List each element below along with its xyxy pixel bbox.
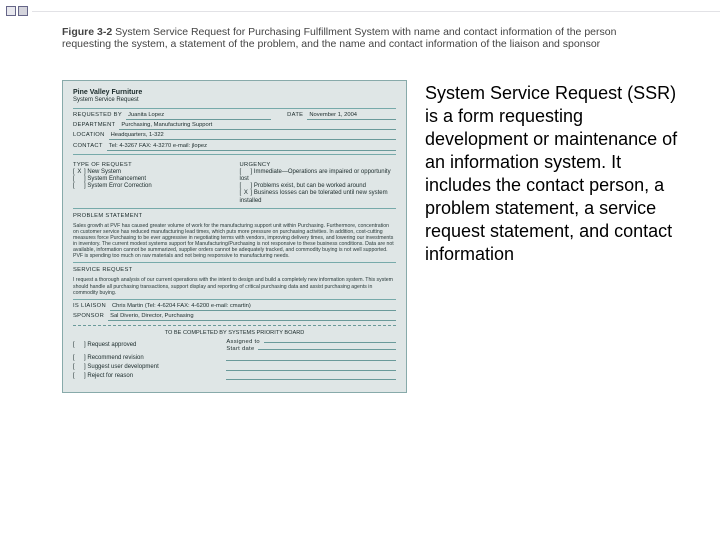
department-value: Purchasing, Manufacturing Support bbox=[119, 122, 396, 130]
divider bbox=[73, 154, 396, 155]
type-option: System Enhancement bbox=[73, 176, 230, 183]
divider bbox=[73, 208, 396, 209]
dashed-divider bbox=[73, 325, 396, 326]
figure-caption: Figure 3-2 System Service Request for Pu… bbox=[62, 26, 658, 50]
type-option: System Error Correction bbox=[73, 183, 230, 190]
explanatory-text: System Service Request (SSR) is a form r… bbox=[425, 80, 690, 393]
blank-line bbox=[226, 365, 396, 371]
board-item: Recommend revision bbox=[73, 355, 218, 362]
form-title: System Service Request bbox=[73, 97, 396, 104]
urgency-option: X Business losses can be tolerated until… bbox=[240, 190, 397, 204]
figure-label: Figure 3-2 bbox=[62, 26, 112, 38]
board-title: TO BE COMPLETED BY SYSTEMS PRIORITY BOAR… bbox=[73, 330, 396, 337]
assigned-to-label: Assigned to bbox=[226, 339, 260, 346]
deco-square bbox=[18, 6, 28, 16]
blank-line bbox=[226, 355, 396, 361]
service-request-label: SERVICE REQUEST bbox=[73, 267, 396, 274]
urgency-option: Immediate—Operations are impaired or opp… bbox=[240, 169, 397, 183]
form-header: Pine Valley Furniture System Service Req… bbox=[73, 89, 396, 105]
figure-caption-text: System Service Request for Purchasing Fu… bbox=[62, 26, 616, 50]
contact-value: Tel: 4-3267 FAX: 4-3270 e-mail: jlopez bbox=[107, 143, 396, 151]
company-name: Pine Valley Furniture bbox=[73, 89, 396, 97]
ssr-form: Pine Valley Furniture System Service Req… bbox=[62, 80, 407, 393]
deco-square bbox=[6, 6, 16, 16]
sponsor-label: SPONSOR bbox=[73, 313, 104, 320]
problem-statement-label: PROBLEM STATEMENT bbox=[73, 213, 396, 220]
requested-by-value: Juanita Lopez bbox=[126, 112, 271, 120]
board-item: Reject for reason bbox=[73, 373, 218, 380]
blank-line bbox=[226, 374, 396, 380]
liaison-label: IS LIAISON bbox=[73, 303, 106, 310]
assigned-to-line bbox=[264, 342, 396, 343]
requested-by-label: REQUESTED BY bbox=[73, 112, 122, 119]
date-value: November 1, 2004 bbox=[307, 112, 396, 120]
urgency-label: URGENCY bbox=[240, 162, 397, 169]
divider bbox=[73, 108, 396, 109]
board-item: Suggest user development bbox=[73, 364, 218, 371]
board-item: Request approved bbox=[73, 342, 218, 349]
contact-label: CONTACT bbox=[73, 143, 103, 150]
type-option: X New System bbox=[73, 169, 230, 176]
start-date-line bbox=[258, 349, 396, 350]
slide-corner-decoration bbox=[6, 6, 28, 16]
service-request-text: I request a thorough analysis of our cur… bbox=[73, 277, 396, 295]
sponsor-value: Sal Diverio, Director, Purchasing bbox=[108, 313, 396, 321]
type-of-request-label: TYPE OF REQUEST bbox=[73, 162, 230, 169]
start-date-label: Start date bbox=[226, 346, 254, 353]
date-label: DATE bbox=[287, 112, 303, 119]
divider bbox=[73, 262, 396, 263]
slide-top-rule bbox=[32, 11, 720, 12]
location-value: Headquarters, 1-322 bbox=[109, 132, 396, 140]
location-label: LOCATION bbox=[73, 132, 105, 139]
liaison-value: Chris Martin (Tel: 4-6204 FAX: 4-6200 e-… bbox=[110, 303, 396, 311]
divider bbox=[73, 299, 396, 300]
urgency-option: Problems exist, but can be worked around bbox=[240, 183, 397, 190]
problem-statement-text: Sales growth at PVF has caused greater v… bbox=[73, 223, 396, 260]
department-label: DEPARTMENT bbox=[73, 122, 115, 129]
